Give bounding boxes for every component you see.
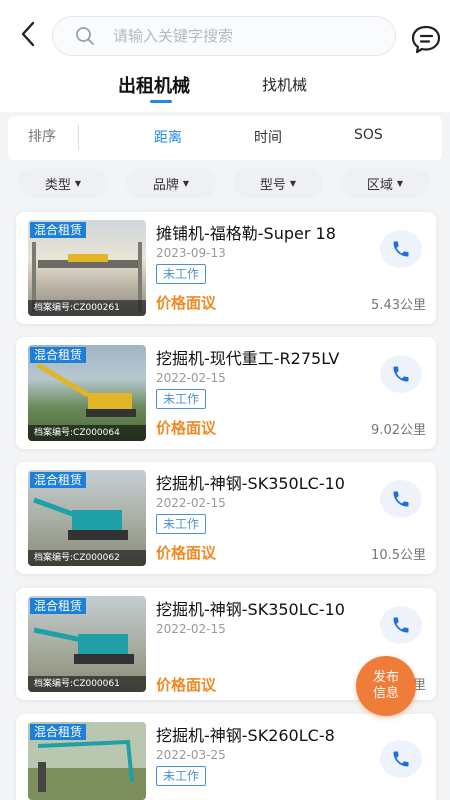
archive-code: 档案编号:CZ000062 (28, 550, 146, 566)
caret-down-icon: ▼ (74, 178, 82, 188)
filter-region-label: 区域 (366, 177, 393, 193)
phone-icon (393, 366, 409, 382)
listing-date: 2022-02-15 (156, 371, 226, 385)
listing-price: 价格面议 (156, 419, 217, 437)
phone-icon (393, 241, 409, 257)
filter-type-label: 类型 (44, 177, 71, 193)
filter-brand[interactable]: 品牌 ▼ (126, 168, 216, 198)
rental-type-badge: 混合租赁 (30, 347, 87, 363)
filter-type[interactable]: 类型 ▼ (18, 168, 108, 198)
archive-code: 档案编号:CZ000061 (28, 676, 146, 692)
listing-photo: 混合租赁 档案编号:CZ000061 (28, 596, 146, 692)
listing-card[interactable]: 混合租赁 档案编号:CZ000261 摊铺机-福格勒-Super 18 2023… (16, 212, 436, 324)
listing-date: 2022-03-25 (156, 748, 226, 762)
search-bar[interactable] (52, 16, 396, 56)
listing-price: 价格面议 (156, 544, 217, 562)
archive-code: 档案编号:CZ000064 (28, 425, 146, 441)
listing-date: 2022-02-15 (156, 622, 226, 636)
sort-option-distance[interactable]: 距离 (154, 127, 182, 147)
listing-title: 挖掘机-现代重工-R275LV (156, 349, 340, 368)
listing-price: 价格面议 (156, 676, 217, 694)
listing-card[interactable]: 混合租赁 档案编号:CZ000062 挖掘机-神钢-SK350LC-10 202… (16, 462, 436, 574)
phone-icon (393, 751, 409, 767)
sort-option-time[interactable]: 时间 (254, 127, 282, 147)
listing-card[interactable]: 混合租赁 挖掘机-神钢-SK260LC-8 2022-03-25 未工作 (16, 714, 436, 800)
rental-type-badge: 混合租赁 (30, 472, 87, 488)
main-tabs: 出租机械 找机械 (0, 64, 450, 112)
status-badge: 未工作 (156, 766, 207, 786)
rental-type-badge: 混合租赁 (30, 598, 87, 614)
tab-find-machinery[interactable]: 找机械 (262, 74, 307, 95)
caret-down-icon: ▼ (182, 178, 190, 188)
listing-photo: 混合租赁 (28, 722, 146, 800)
listing-title: 挖掘机-神钢-SK350LC-10 (156, 474, 345, 493)
listing-distance: 9.02公里 (371, 423, 426, 438)
listing-date: 2022-02-15 (156, 496, 226, 510)
rental-type-badge: 混合租赁 (30, 724, 87, 740)
status-badge: 未工作 (156, 389, 207, 409)
filter-model-label: 型号 (259, 177, 286, 193)
listing-date: 2023-09-13 (156, 246, 226, 260)
status-badge: 未工作 (156, 514, 207, 534)
listing-price: 价格面议 (156, 294, 217, 312)
phone-icon (393, 491, 409, 507)
search-input[interactable] (113, 27, 373, 45)
caret-down-icon: ▼ (289, 178, 297, 188)
listing-card[interactable]: 混合租赁 档案编号:CZ000064 挖掘机-现代重工-R275LV 2022-… (16, 337, 436, 449)
listing-photo: 混合租赁 档案编号:CZ000064 (28, 345, 146, 441)
listing-title: 挖掘机-神钢-SK260LC-8 (156, 726, 335, 745)
message-button[interactable] (410, 24, 442, 54)
listing-distance: 5.43公里 (371, 298, 426, 313)
listing-title: 摊铺机-福格勒-Super 18 (156, 224, 336, 243)
publish-label-line2: 信息 (372, 686, 399, 701)
call-button[interactable] (380, 480, 422, 518)
sort-divider (78, 124, 79, 150)
chat-bubble-icon (411, 25, 441, 54)
listing-photo: 混合租赁 档案编号:CZ000261 (28, 220, 146, 316)
call-button[interactable] (380, 740, 422, 778)
tab-rent-machinery[interactable]: 出租机械 (118, 72, 190, 98)
publish-info-button[interactable]: 发布 信息 (356, 656, 416, 716)
back-button[interactable] (14, 18, 42, 50)
sort-bar: 排序 距离 时间 SOS (8, 116, 442, 160)
sort-label: 排序 (28, 129, 56, 145)
filter-row: 类型 ▼ 品牌 ▼ 型号 ▼ 区域 ▼ (0, 164, 450, 204)
phone-icon (393, 617, 409, 633)
call-button[interactable] (380, 230, 422, 268)
status-badge: 未工作 (156, 264, 207, 284)
publish-label-line1: 发布 (372, 670, 399, 685)
listing-distance: 10.5公里 (371, 548, 426, 563)
call-button[interactable] (380, 355, 422, 393)
search-icon (76, 27, 94, 45)
sort-option-sos[interactable]: SOS (354, 127, 383, 143)
rental-type-badge: 混合租赁 (30, 222, 87, 238)
caret-down-icon: ▼ (396, 178, 404, 188)
listing-title: 挖掘机-神钢-SK350LC-10 (156, 600, 345, 619)
back-arrow-icon (21, 21, 35, 47)
filter-region[interactable]: 区域 ▼ (340, 168, 430, 198)
top-bar (0, 0, 450, 64)
call-button[interactable] (380, 606, 422, 644)
archive-code: 档案编号:CZ000261 (28, 300, 146, 316)
filter-model[interactable]: 型号 ▼ (233, 168, 323, 198)
active-tab-indicator (150, 100, 172, 103)
listing-photo: 混合租赁 档案编号:CZ000062 (28, 470, 146, 566)
filter-brand-label: 品牌 (152, 177, 179, 193)
